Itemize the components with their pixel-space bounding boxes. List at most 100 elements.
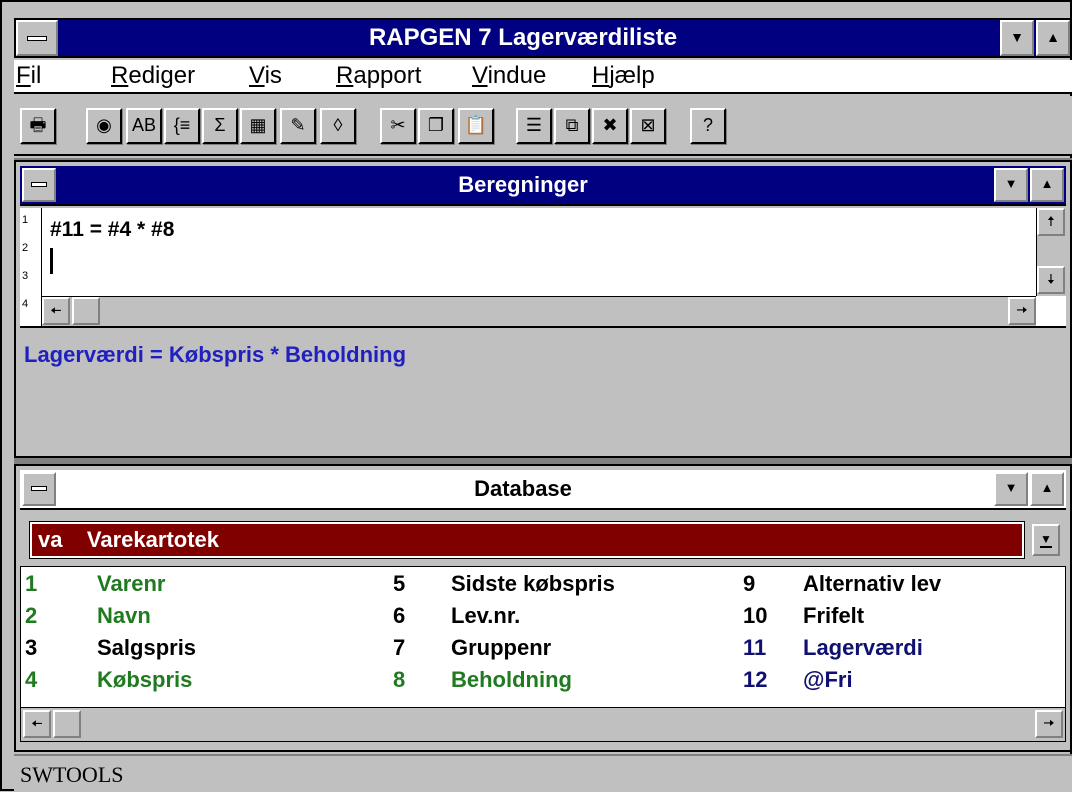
delete-x-button[interactable]: ✖	[592, 108, 628, 144]
field-number: 12	[743, 667, 768, 692]
field-item[interactable]: Lagerværdi	[803, 635, 923, 661]
chevron-up-icon: ▲	[1040, 480, 1054, 495]
line-number: 1	[22, 214, 29, 226]
formula-editor-frame: 1 2 3 4 #11 = #4 * #8 🠅 🠇 🠄 🠆	[20, 208, 1066, 328]
edit-chart-icon: ✎	[290, 115, 306, 135]
menu-rediger[interactable]: Rediger	[111, 62, 195, 90]
status-text: SWTOOLS	[20, 762, 124, 787]
paste-icon: 📋	[464, 115, 488, 135]
scroll-left-icon[interactable]: 🠄	[23, 710, 51, 738]
print-button[interactable]: 🖶	[20, 108, 56, 144]
field-item[interactable]: Sidste købspris	[451, 571, 615, 597]
field-number: 6	[393, 603, 406, 628]
text-button[interactable]: AB	[126, 108, 162, 144]
field-item[interactable]: Varenr	[97, 571, 166, 597]
system-menu-button[interactable]	[16, 20, 58, 56]
field-item[interactable]: Frifelt	[803, 603, 864, 629]
database-minimize-button[interactable]: ▼	[994, 472, 1028, 506]
beregninger-maximize-button[interactable]: ▲	[1030, 168, 1064, 202]
windows-icon: ⧉	[565, 115, 579, 135]
formula-line-1[interactable]: #11 = #4 * #8	[50, 218, 174, 242]
sum-button[interactable]: Σ	[202, 108, 238, 144]
beregninger-minimize-button[interactable]: ▼	[994, 168, 1028, 202]
menu-rapport[interactable]: Rapport	[336, 62, 421, 90]
selected-table: va Varekartotek	[38, 527, 220, 552]
scroll-thumb[interactable]	[72, 297, 100, 325]
maximize-button[interactable]: ▲	[1036, 20, 1070, 56]
text-icon: AB	[131, 115, 156, 135]
field-item[interactable]: Lev.nr.	[451, 603, 520, 629]
field-item[interactable]: Navn	[97, 603, 151, 629]
delete-x-icon: ✖	[602, 115, 618, 135]
field-item[interactable]: Beholdning	[451, 667, 572, 693]
database-system-menu-button[interactable]	[22, 472, 56, 506]
field-item[interactable]: @Fri	[803, 667, 853, 693]
menu-hjælp[interactable]: Hjælp	[592, 62, 655, 90]
table-dropdown-button[interactable]: ▼	[1032, 524, 1060, 556]
database-title: Database	[474, 476, 572, 501]
scroll-thumb[interactable]	[53, 710, 81, 738]
window-title: RAPGEN 7 Lagerværdiliste	[368, 24, 678, 51]
field-number: 10	[743, 603, 768, 628]
scroll-left-icon[interactable]: 🠄	[42, 297, 70, 325]
status-bar: SWTOOLS	[14, 754, 1072, 792]
field-number: 2	[25, 603, 38, 628]
scroll-down-icon[interactable]: 🠇	[1037, 266, 1065, 294]
beregninger-title: Beregninger	[458, 172, 588, 197]
title-bar[interactable]: RAPGEN 7 Lagerværdiliste ▼ ▲	[14, 18, 1072, 58]
eraser-button[interactable]: ◊	[320, 108, 356, 144]
database-maximize-button[interactable]: ▲	[1030, 472, 1064, 506]
field-item[interactable]: Gruppenr	[451, 635, 551, 661]
line-number-gutter: 1 2 3 4	[20, 208, 42, 326]
table-selector[interactable]: va Varekartotek	[29, 521, 1025, 559]
print-icon: 🖶	[29, 115, 47, 135]
field-number: 8	[393, 667, 406, 692]
chevron-down-icon: ▼	[1004, 176, 1018, 191]
close-box-button[interactable]: ⊠	[630, 108, 666, 144]
minimize-button[interactable]: ▼	[1000, 20, 1034, 56]
toolbar: 🖶 ◉ AB {≡ Σ ▦ ✎ ◊ ✂ ❐ 📋 ☰ ⧉ ✖ ⊠?	[14, 96, 1072, 156]
formula-description: Lagerværdi = Købspris * Beholdning	[24, 342, 407, 367]
field-item[interactable]: Købspris	[97, 667, 192, 693]
chevron-down-icon: ▼	[1004, 480, 1018, 495]
chevron-up-icon: ▲	[1046, 29, 1060, 45]
beregninger-system-menu-button[interactable]	[22, 168, 56, 202]
menu-vindue[interactable]: Vindue	[472, 62, 546, 90]
menu-bar: Fil Rediger Vis Rapport Vindue Hjælp	[14, 60, 1072, 94]
edit-chart-button[interactable]: ✎	[280, 108, 316, 144]
beregninger-window: Beregninger ▼ ▲ 1 2 3 4 #11 = #4 * #8 🠅	[14, 160, 1072, 458]
system-menu-icon	[27, 36, 47, 41]
menu-vis[interactable]: Vis	[249, 62, 282, 90]
help-button[interactable]: ?	[690, 108, 726, 144]
database-title-bar[interactable]: Database ▼ ▲	[20, 470, 1066, 510]
windows-button[interactable]: ⧉	[554, 108, 590, 144]
scroll-right-icon[interactable]: 🠆	[1008, 297, 1036, 325]
formula-horizontal-scrollbar[interactable]: 🠄 🠆	[42, 296, 1036, 326]
database-window: Database ▼ ▲ va Varekartotek ▼ 🠄 🠆 1 Vare…	[14, 464, 1072, 752]
layout-button[interactable]: ☰	[516, 108, 552, 144]
field-number: 7	[393, 635, 406, 660]
condition-button[interactable]: {≡	[164, 108, 200, 144]
field-list-horizontal-scrollbar[interactable]: 🠄 🠆	[21, 707, 1065, 741]
menu-fil[interactable]: Fil	[16, 62, 41, 90]
scroll-up-icon[interactable]: 🠅	[1037, 208, 1065, 236]
scroll-right-icon[interactable]: 🠆	[1035, 710, 1063, 738]
cut-button[interactable]: ✂	[380, 108, 416, 144]
paste-button[interactable]: 📋	[458, 108, 494, 144]
formula-vertical-scrollbar[interactable]: 🠅 🠇	[1036, 208, 1066, 296]
field-number: 3	[25, 635, 38, 660]
system-menu-icon	[31, 486, 47, 491]
formula-line-2[interactable]	[50, 248, 1040, 274]
field-number: 5	[393, 571, 406, 596]
system-menu-icon	[31, 182, 47, 187]
copy-button[interactable]: ❐	[418, 108, 454, 144]
field-list: 🠄 🠆 1 Varenr 2 Navn 3 Salgspris 4 Købspris 5 Sids…	[20, 566, 1066, 742]
field-item[interactable]: Alternativ lev	[803, 571, 941, 597]
app-window: RAPGEN 7 Lagerværdiliste ▼ ▲ Fil Rediger V…	[0, 0, 1072, 792]
field-button[interactable]: ◉	[86, 108, 122, 144]
condition-icon: {≡	[173, 115, 191, 135]
beregninger-title-bar[interactable]: Beregninger ▼ ▲	[20, 166, 1066, 206]
calculator-button[interactable]: ▦	[240, 108, 276, 144]
field-item[interactable]: Salgspris	[97, 635, 196, 661]
help-icon: ?	[702, 115, 713, 135]
